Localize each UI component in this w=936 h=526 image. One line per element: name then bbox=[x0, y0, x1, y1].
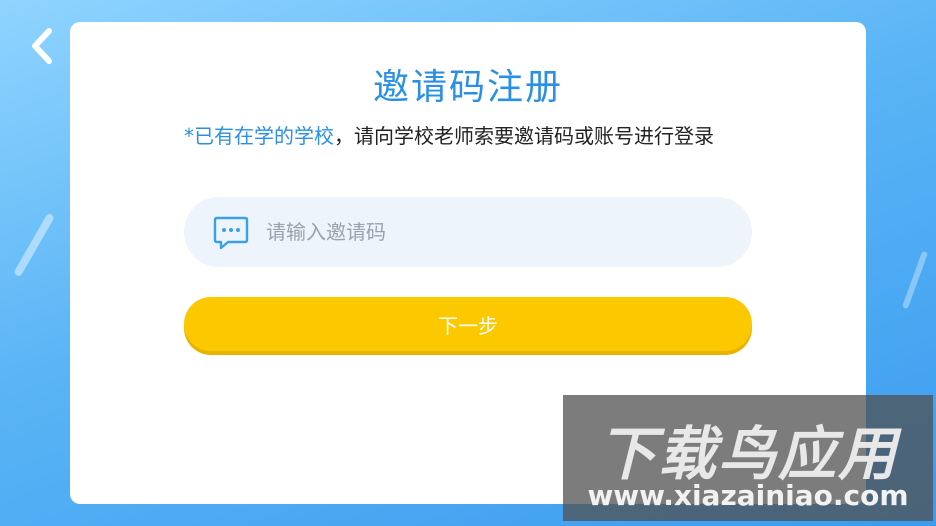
invite-hint: *已有在学的学校，请向学校老师索要邀请码或账号进行登录 bbox=[184, 124, 754, 149]
invite-code-field[interactable] bbox=[184, 197, 752, 267]
background-streak bbox=[13, 212, 55, 278]
hint-text: ，请向学校老师索要邀请码或账号进行登录 bbox=[334, 124, 714, 148]
page-title: 邀请码注册 bbox=[372, 67, 563, 108]
watermark: 下载鸟应用 www.xiazainiao.com bbox=[563, 395, 933, 521]
chevron-left-icon bbox=[32, 28, 52, 64]
message-icon bbox=[213, 216, 249, 250]
background-streak bbox=[901, 250, 929, 310]
invite-code-input[interactable] bbox=[264, 219, 708, 245]
watermark-url: www.xiazainiao.com bbox=[587, 479, 909, 512]
back-button[interactable] bbox=[22, 26, 62, 66]
hint-highlight: *已有在学的学校 bbox=[184, 124, 334, 148]
next-step-button[interactable]: 下一步 bbox=[184, 297, 752, 351]
